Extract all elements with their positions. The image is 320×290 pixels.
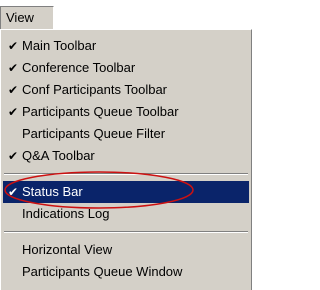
menu-item-label: Participants Queue Window	[22, 264, 183, 279]
menu-item-label: Conf Participants Toolbar	[22, 82, 168, 97]
checkmark-icon: ✔	[7, 83, 19, 97]
view-menu-title[interactable]: View	[0, 6, 54, 29]
checkmark-icon: ✔	[7, 39, 19, 53]
menu-item-label: Horizontal View	[22, 242, 113, 257]
menu-item-label: Q&A Toolbar	[22, 148, 95, 163]
menu-item-label: Indications Log	[22, 206, 110, 221]
menu-item-conference-toolbar[interactable]: ✔ Conference Toolbar	[3, 57, 249, 79]
menu-item-qa-toolbar[interactable]: ✔ Q&A Toolbar	[3, 145, 249, 167]
menu-item-label: Participants Queue Toolbar	[22, 104, 179, 119]
checkmark-icon: ✔	[7, 61, 19, 75]
menu-item-main-toolbar[interactable]: ✔ Main Toolbar	[3, 35, 249, 57]
menu-separator	[4, 231, 248, 233]
menu-item-horizontal-view[interactable]: Horizontal View	[3, 239, 249, 261]
menu-item-label: Main Toolbar	[22, 38, 97, 53]
menu-bar: View	[0, 0, 259, 30]
menu-item-participants-queue-toolbar[interactable]: ✔ Participants Queue Toolbar	[3, 101, 249, 123]
checkmark-icon: ✔	[7, 185, 19, 199]
view-menu-dropdown: ✔ Main Toolbar ✔ Conference Toolbar ✔ Co…	[0, 29, 252, 290]
menu-item-participants-queue-window[interactable]: Participants Queue Window	[3, 261, 249, 283]
menu-item-participants-queue-filter[interactable]: Participants Queue Filter	[3, 123, 249, 145]
menu-item-label: Participants Queue Filter	[22, 126, 166, 141]
menu-item-conf-participants-toolbar[interactable]: ✔ Conf Participants Toolbar	[3, 79, 249, 101]
menu-item-label: Status Bar	[22, 184, 83, 199]
menu-item-status-bar[interactable]: ✔ Status Bar	[3, 181, 249, 203]
checkmark-icon: ✔	[7, 105, 19, 119]
menu-separator	[4, 173, 248, 175]
menu-item-label: Conference Toolbar	[22, 60, 136, 75]
checkmark-icon: ✔	[7, 149, 19, 163]
menu-item-indications-log[interactable]: Indications Log	[3, 203, 249, 225]
